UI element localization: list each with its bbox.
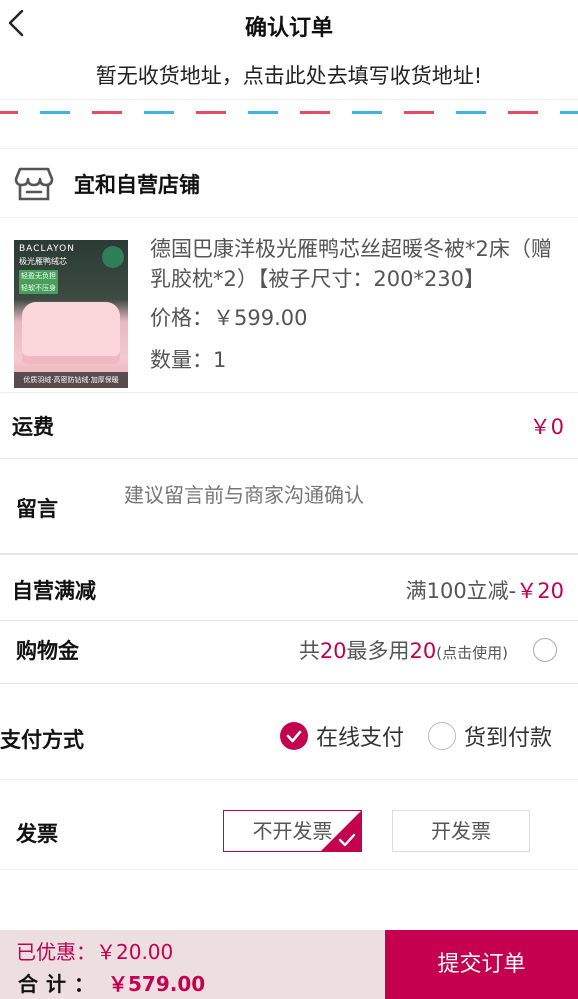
total-label: 合计： <box>18 972 102 996</box>
payment-label: 支付方式 <box>0 728 84 752</box>
message-row: 留言 <box>0 459 578 554</box>
invoice-option-none[interactable]: 不开发票 <box>223 810 362 852</box>
product-title: 德国巴康洋极光雁鸭芯丝超暖冬被*2床（赠乳胶枕*2）【被子尺寸：200*230】 <box>150 237 552 291</box>
freight-label: 运费 <box>12 415 54 439</box>
store-header: 宜和自营店铺 <box>0 148 578 218</box>
store-icon <box>14 167 54 201</box>
radio-checked-icon <box>280 722 308 750</box>
total-value: ￥579.00 <box>108 972 206 996</box>
address-prompt[interactable]: 暂无收货地址，点击此处去填写收货地址! <box>0 52 578 100</box>
product-image: BACLAYON 极光雁鸭绒芯 轻盈无负担 轻软不压身 优质羽绒·高密防钻绒·加… <box>14 240 128 388</box>
page-title: 确认订单 <box>244 16 333 41</box>
freight-value: ￥0 <box>529 415 564 439</box>
check-icon <box>338 833 356 847</box>
message-label: 留言 <box>16 497 58 521</box>
message-input[interactable] <box>124 485 554 508</box>
header: 确认订单 <box>0 0 578 52</box>
order-summary-bar: 已优惠：￥20.00 合计： ￥579.00 提交订单 <box>0 930 578 999</box>
product-price: 价格：￥599.00 <box>150 306 308 330</box>
submit-order-button[interactable]: 提交订单 <box>385 930 578 999</box>
credit-row[interactable]: 购物金 共20最多用20(点击使用) <box>0 621 578 684</box>
payment-row: 支付方式 在线支付 货到付款 <box>0 684 578 780</box>
store-name: 宜和自营店铺 <box>74 173 200 197</box>
discount-row: 自营满减 满100立减-￥20 <box>0 554 578 621</box>
discount-value: 满100立减-￥20 <box>405 579 564 603</box>
product-item[interactable]: BACLAYON 极光雁鸭绒芯 轻盈无负担 轻软不压身 优质羽绒·高密防钻绒·加… <box>0 218 578 393</box>
product-quantity: 数量：1 <box>150 348 227 372</box>
payment-option-cod[interactable]: 货到付款 <box>428 720 568 754</box>
freight-row: 运费 ￥0 <box>0 393 578 459</box>
saved-amount: 已优惠：￥20.00 <box>16 940 174 964</box>
airmail-border <box>0 111 578 117</box>
credit-radio[interactable] <box>533 638 557 662</box>
discount-label: 自营满减 <box>12 579 96 603</box>
invoice-option-issue[interactable]: 开发票 <box>392 810 530 852</box>
payment-option-online[interactable]: 在线支付 <box>280 720 420 754</box>
invoice-row: 发票 不开发票 开发票 <box>0 780 578 870</box>
radio-unchecked-icon <box>428 722 456 750</box>
invoice-label: 发票 <box>16 822 58 846</box>
credit-label: 购物金 <box>16 639 79 663</box>
credit-info: 共20最多用20(点击使用) <box>298 639 508 663</box>
